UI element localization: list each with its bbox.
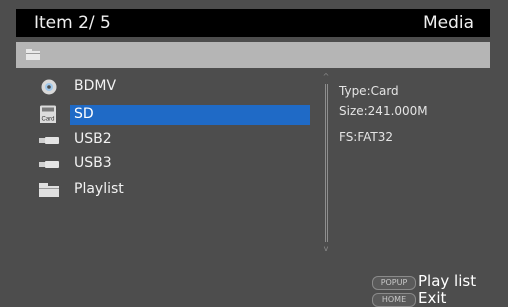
list-item-usb3[interactable]: USB3 (16, 154, 316, 174)
list-item-sd[interactable]: Card SD (16, 105, 316, 125)
list-item-label: USB2 (74, 131, 112, 147)
scroll-track (325, 84, 328, 242)
usb-icon (39, 137, 59, 144)
content-area: BDMV Card SD USB2 USB3 Playlist ^ v Type… (16, 72, 490, 307)
list-item-label: SD (74, 106, 94, 122)
selection-highlight (70, 105, 310, 125)
media-type: Type:Card (339, 84, 399, 98)
list-item-bdmv[interactable]: BDMV (16, 77, 316, 97)
card-icon-text: Card (41, 117, 54, 123)
folder-icon (26, 49, 40, 60)
popup-hint-label: Play list (418, 272, 477, 290)
scroll-up-icon: ^ (322, 72, 330, 81)
item-counter: Item 2/ 5 (34, 13, 111, 33)
popup-key-badge: POPUP (372, 276, 416, 290)
list-item-usb2[interactable]: USB2 (16, 130, 316, 150)
header-bar: Item 2/ 5 Media (16, 9, 490, 37)
media-filesystem: FS:FAT32 (339, 130, 394, 144)
list-item-label: Playlist (74, 181, 124, 197)
usb-icon (39, 161, 59, 168)
list-item-playlist[interactable]: Playlist (16, 180, 316, 200)
disc-icon (41, 79, 57, 95)
list-item-label: BDMV (74, 78, 117, 94)
screen-title: Media (422, 13, 474, 33)
home-hint-label: Exit (418, 289, 447, 307)
media-browser-screen: Item 2/ 5 Media BDMV Card SD USB2 USB3 P… (0, 0, 508, 307)
media-size: Size:241.000M (339, 104, 428, 118)
media-info-panel: Type:Card Size:241.000M FS:FAT32 (339, 81, 428, 147)
list-item-label: USB3 (74, 155, 112, 171)
scroll-down-icon: v (323, 244, 329, 253)
list-scrollbar[interactable]: ^ v (322, 72, 330, 253)
card-icon: Card (40, 105, 56, 123)
folder-icon (39, 183, 59, 197)
path-bar (16, 42, 490, 68)
home-key-badge: HOME (372, 293, 416, 307)
